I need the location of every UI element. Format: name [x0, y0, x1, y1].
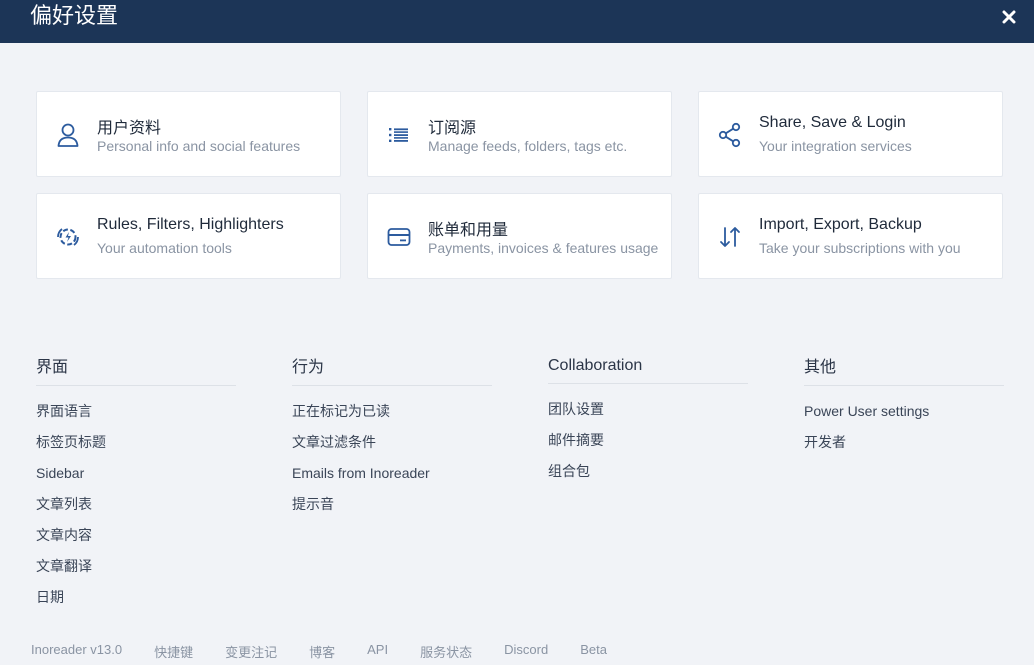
- version-label: Inoreader v13.0: [31, 642, 123, 657]
- footer-link-discord[interactable]: Discord: [504, 642, 548, 660]
- list-item[interactable]: 界面语言: [36, 396, 236, 427]
- footer: Inoreader v13.0 快捷键 变更注记 博客 API 服务状态 Dis…: [31, 642, 639, 660]
- card-subtitle: Take your subscriptions with you: [759, 240, 961, 256]
- section-collaboration: Collaboration 团队设置 邮件摘要 组合包: [548, 354, 748, 487]
- list-item[interactable]: 团队设置: [548, 394, 748, 425]
- card-subtitle: Your integration services: [759, 138, 912, 154]
- card-title: Share, Save & Login: [759, 114, 906, 131]
- section-heading: 其他: [804, 356, 1004, 386]
- card-share-save-login[interactable]: Share, Save & Login Your integration ser…: [698, 91, 1003, 177]
- header-bar: 偏好设置: [0, 0, 1034, 43]
- card-import-export[interactable]: Import, Export, Backup Take your subscri…: [698, 193, 1003, 279]
- card-billing[interactable]: 账单和用量 Payments, invoices & features usag…: [367, 193, 672, 279]
- card-subtitle: Payments, invoices & features usage: [428, 240, 659, 256]
- automation-icon: [55, 224, 81, 250]
- footer-link-shortcuts[interactable]: 快捷键: [154, 642, 193, 660]
- card-subtitle: Your automation tools: [97, 240, 232, 256]
- close-button[interactable]: [998, 6, 1020, 28]
- list-item[interactable]: 邮件摘要: [548, 425, 748, 456]
- footer-link-changelog[interactable]: 变更注记: [225, 642, 277, 660]
- footer-link-beta[interactable]: Beta: [580, 642, 607, 660]
- card-title: 用户资料: [97, 120, 162, 137]
- card-title: 账单和用量: [428, 222, 509, 239]
- card-title: Import, Export, Backup: [759, 216, 922, 233]
- list-item[interactable]: 开发者: [804, 427, 1004, 458]
- list-item[interactable]: 标签页标题: [36, 427, 236, 458]
- list-icon: [386, 122, 412, 148]
- card-subtitle: Manage feeds, folders, tags etc.: [428, 138, 628, 154]
- section-behavior: 行为 正在标记为已读 文章过滤条件 Emails from Inoreader …: [292, 356, 492, 520]
- card-subtitle: Personal info and social features: [97, 138, 301, 154]
- list-item[interactable]: Sidebar: [36, 458, 236, 489]
- footer-link-api[interactable]: API: [367, 642, 388, 660]
- card-rules-filters[interactable]: Rules, Filters, Highlighters Your automa…: [36, 193, 341, 279]
- list-item[interactable]: Power User settings: [804, 396, 1004, 427]
- list-item[interactable]: 提示音: [292, 489, 492, 520]
- list-item[interactable]: 文章过滤条件: [292, 427, 492, 458]
- page-title: 偏好设置: [30, 3, 119, 28]
- section-interface: 界面 界面语言 标签页标题 Sidebar 文章列表 文章内容 文章翻译 日期: [36, 356, 236, 613]
- user-icon: [55, 122, 81, 148]
- list-item[interactable]: 文章翻译: [36, 551, 236, 582]
- import-export-icon: [717, 224, 743, 250]
- list-item[interactable]: 组合包: [548, 456, 748, 487]
- close-icon: [1002, 10, 1016, 24]
- card-icon: [386, 224, 412, 250]
- card-title: 订阅源: [428, 120, 477, 137]
- list-item[interactable]: 正在标记为已读: [292, 396, 492, 427]
- card-user-profile[interactable]: 用户资料 Personal info and social features: [36, 91, 341, 177]
- card-feeds[interactable]: 订阅源 Manage feeds, folders, tags etc.: [367, 91, 672, 177]
- list-item[interactable]: 文章列表: [36, 489, 236, 520]
- section-heading: 界面: [36, 356, 236, 386]
- footer-link-status[interactable]: 服务状态: [420, 642, 472, 660]
- share-icon: [717, 122, 743, 148]
- footer-link-blog[interactable]: 博客: [309, 642, 335, 660]
- section-heading: 行为: [292, 356, 492, 386]
- section-other: 其他 Power User settings 开发者: [804, 356, 1004, 458]
- list-item[interactable]: Emails from Inoreader: [292, 458, 492, 489]
- section-heading: Collaboration: [548, 354, 748, 384]
- list-item[interactable]: 文章内容: [36, 520, 236, 551]
- list-item[interactable]: 日期: [36, 582, 236, 613]
- card-title: Rules, Filters, Highlighters: [97, 216, 284, 233]
